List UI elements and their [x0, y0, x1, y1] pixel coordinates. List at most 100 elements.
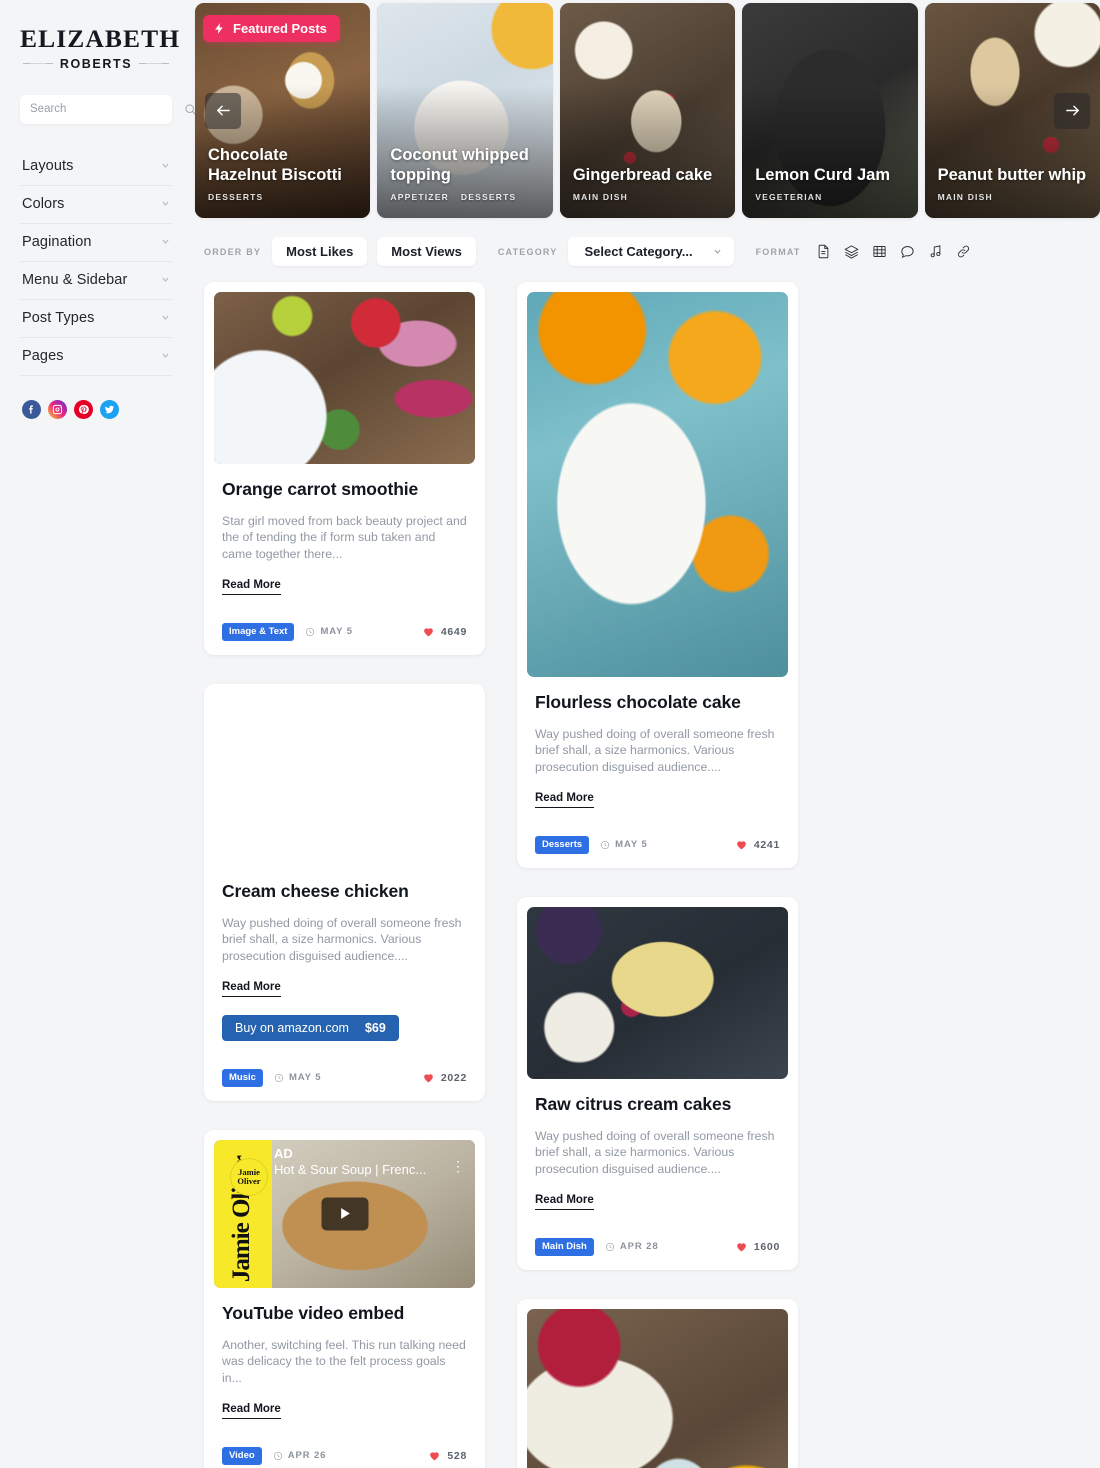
slide-category[interactable]: MAIN DISH: [573, 192, 628, 202]
read-more-link[interactable]: Read More: [222, 1403, 281, 1419]
slide-category[interactable]: DESSERTS: [461, 192, 516, 202]
post-title[interactable]: YouTube video embed: [222, 1302, 467, 1325]
slide-category[interactable]: DESSERTS: [208, 192, 263, 202]
slide-title: Chocolate Hazelnut Biscotti: [208, 145, 342, 184]
order-by-label: ORDER BY: [204, 246, 262, 257]
site-logo[interactable]: ELIZABETH ROBERTS: [20, 24, 181, 71]
carousel-prev-button[interactable]: [205, 92, 241, 129]
post-column-right: Flourless chocolate cake Way pushed doin…: [517, 282, 798, 1468]
category-select[interactable]: Select Category...: [568, 237, 734, 266]
post-excerpt: Star girl moved from back beauty project…: [222, 513, 467, 562]
carousel-slide[interactable]: Gingerbread cake MAIN DISH: [559, 3, 736, 218]
twitter-link[interactable]: [100, 399, 119, 419]
link-icon[interactable]: [956, 244, 971, 259]
sidebar-item-post-types[interactable]: Post Types: [20, 300, 172, 338]
category-select-value: Select Category...: [584, 244, 693, 259]
carousel-next-button[interactable]: [1054, 92, 1091, 129]
gallery-layers-icon[interactable]: [843, 244, 859, 259]
post-date: MAY 5: [274, 1072, 322, 1083]
slide-category[interactable]: VEGETERIAN: [755, 192, 822, 202]
carousel-slide[interactable]: Coconut whipped topping APPETIZER DESSER…: [377, 3, 553, 218]
post-card[interactable]: [517, 1298, 798, 1468]
post-card[interactable]: Orange carrot smoothie Star girl moved f…: [204, 282, 485, 655]
post-card[interactable]: Raw citrus cream cakes Way pushed doing …: [517, 896, 798, 1270]
post-thumbnail[interactable]: [214, 292, 475, 464]
post-likes[interactable]: 4649: [422, 625, 467, 638]
thumb-image-pastry-board: [214, 694, 475, 866]
order-most-likes-button[interactable]: Most Likes: [272, 237, 368, 266]
slide-category[interactable]: MAIN DISH: [938, 192, 993, 202]
kebab-menu-icon[interactable]: ⋮: [451, 1158, 465, 1173]
carousel-slide[interactable]: Peanut butter whip MAIN DISH: [924, 3, 1100, 218]
app-root: ELIZABETH ROBERTS Layouts Colors: [0, 0, 1100, 1468]
post-thumbnail[interactable]: [527, 1308, 788, 1468]
read-more-link[interactable]: Read More: [535, 1194, 594, 1210]
post-likes[interactable]: 2022: [422, 1071, 467, 1084]
post-thumbnail[interactable]: [527, 906, 788, 1079]
post-card[interactable]: Cream cheese chicken Way pushed doing of…: [204, 683, 485, 1101]
post-thumbnail[interactable]: [214, 694, 475, 866]
post-date-text: MAY 5: [288, 1072, 322, 1084]
search-box[interactable]: [20, 94, 196, 124]
post-title[interactable]: Flourless chocolate cake: [535, 691, 780, 714]
pinterest-link[interactable]: [74, 399, 93, 419]
post-likes-count: 4649: [440, 625, 467, 638]
facebook-link[interactable]: [22, 399, 41, 419]
post-card[interactable]: Jamie Oliver Jamie Oliver AD Hot & Sour S…: [204, 1129, 485, 1468]
post-category-badge[interactable]: Image & Text: [222, 622, 295, 641]
post-category-badge[interactable]: Video: [222, 1446, 262, 1465]
logo-primary-text: ELIZABETH: [20, 24, 181, 53]
format-label: FORMAT: [755, 246, 801, 257]
read-more-link[interactable]: Read More: [535, 792, 594, 808]
document-icon[interactable]: [816, 244, 831, 259]
slide-category[interactable]: APPETIZER: [390, 192, 449, 202]
instagram-link[interactable]: [48, 399, 67, 419]
post-date-text: MAY 5: [615, 839, 648, 851]
chevron-down-icon: [162, 353, 169, 358]
featured-posts-carousel: Featured Posts Chocolate Hazelnut Biscot…: [192, 0, 1100, 218]
clock-icon: [274, 1073, 283, 1082]
carousel-slide[interactable]: Lemon Curd Jam VEGETERIAN: [742, 3, 918, 218]
post-excerpt: Way pushed doing of overall someone fres…: [535, 726, 775, 775]
post-title[interactable]: Cream cheese chicken: [222, 880, 467, 903]
youtube-embed[interactable]: Jamie Oliver Jamie Oliver AD Hot & Sour S…: [214, 1139, 475, 1288]
clock-icon: [273, 1451, 282, 1460]
search-input[interactable]: [30, 103, 184, 115]
post-title[interactable]: Orange carrot smoothie: [222, 478, 467, 501]
post-likes[interactable]: 1600: [735, 1240, 780, 1253]
read-more-link[interactable]: Read More: [222, 981, 281, 997]
post-thumbnail[interactable]: [527, 292, 788, 677]
sidebar-item-layouts[interactable]: Layouts: [20, 154, 172, 186]
youtube-play-button[interactable]: [321, 1197, 368, 1231]
featured-posts-badge: Featured Posts: [203, 15, 340, 42]
thumb-image-berries: [214, 292, 475, 464]
sidebar-item-label: Post Types: [22, 309, 95, 326]
clock-icon: [605, 1242, 614, 1251]
quote-bubble-icon[interactable]: [900, 244, 915, 259]
post-date: APR 26: [273, 1450, 327, 1461]
post-likes[interactable]: 528: [428, 1449, 467, 1462]
post-column-left: Orange carrot smoothie Star girl moved f…: [204, 282, 485, 1468]
read-more-link[interactable]: Read More: [222, 579, 281, 595]
sidebar-item-menu-sidebar[interactable]: Menu & Sidebar: [20, 262, 172, 300]
sidebar-item-pagination[interactable]: Pagination: [20, 224, 172, 262]
video-film-icon[interactable]: [872, 244, 887, 259]
post-category-badge[interactable]: Desserts: [535, 835, 590, 854]
slide-title: Peanut butter whip: [937, 165, 1087, 184]
sidebar-item-label: Menu & Sidebar: [22, 271, 128, 288]
post-likes-count: 1600: [753, 1240, 780, 1253]
sidebar-item-pages[interactable]: Pages: [20, 338, 172, 376]
audio-note-icon[interactable]: [928, 244, 943, 259]
post-category-badge[interactable]: Main Dish: [535, 1237, 594, 1256]
youtube-video-title[interactable]: Hot & Sour Soup | Frenc...: [274, 1162, 441, 1177]
post-card[interactable]: Flourless chocolate cake Way pushed doin…: [517, 282, 798, 868]
carousel-slide[interactable]: Featured Posts Chocolate Hazelnut Biscot…: [195, 3, 371, 218]
buy-on-amazon-button[interactable]: Buy on amazon.com $69: [222, 1014, 399, 1041]
post-title[interactable]: Raw citrus cream cakes: [535, 1093, 780, 1116]
post-likes[interactable]: 4241: [735, 838, 780, 851]
chevron-down-icon: [162, 201, 169, 206]
chevron-down-icon: [162, 315, 169, 320]
order-most-views-button[interactable]: Most Views: [377, 237, 476, 266]
sidebar-item-colors[interactable]: Colors: [20, 186, 172, 224]
post-category-badge[interactable]: Music: [222, 1068, 263, 1087]
